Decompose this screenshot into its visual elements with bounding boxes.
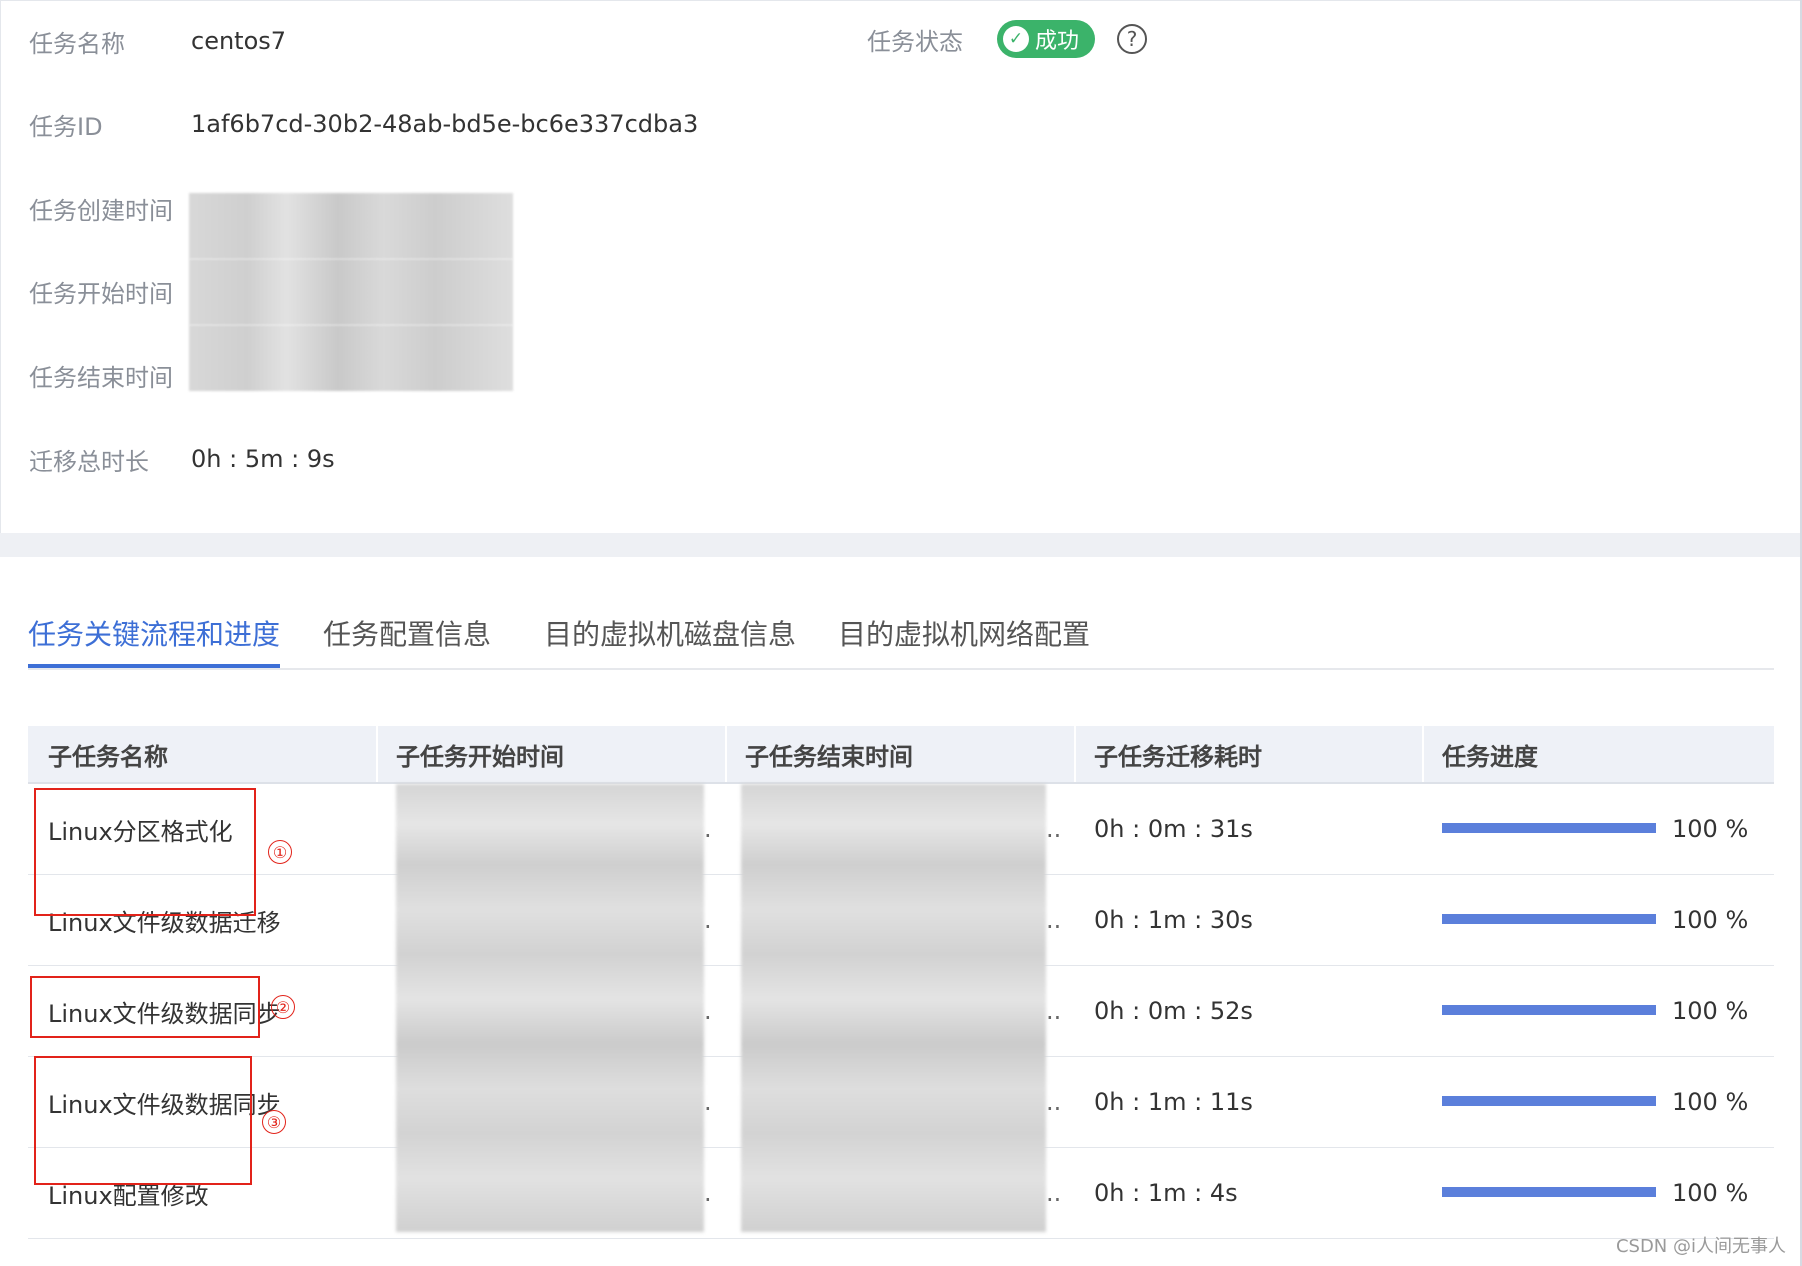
status-badge: ✓ 成功 [997,20,1096,58]
task-id-label: 任务ID [29,112,103,141]
tab-key-process[interactable]: 任务关键流程和进度 [28,600,281,668]
task-detail-page: 任务名称 centos7 任务状态 ✓ 成功 ? 任务ID 1af6b7cd-3… [0,0,1802,1266]
redacted-start-time [189,259,513,325]
tab-network-config[interactable]: 目的虚拟机网络配置 [838,600,1090,666]
col-end-time: 子任务结束时间 [745,742,913,771]
progress-fill [1442,1005,1656,1015]
start-time-ellipsis: . [704,1179,712,1207]
subtask-duration: 0h : 1m : 11s [1094,1088,1253,1116]
end-time-ellipsis: .. [1046,906,1062,934]
task-start-label: 任务开始时间 [29,279,173,308]
progress-bar [1442,914,1656,924]
task-end-row: 任务结束时间 [29,355,191,395]
progress-text: 100 % [1672,1179,1749,1207]
watermark: CSDN @i人间无事人 [1615,1236,1786,1257]
redacted-created-time [189,193,513,259]
table-body: Linux分区格式化 . .. 0h : 0m : 31s 100 % Linu… [28,784,1774,1239]
tab-disk-info[interactable]: 目的虚拟机磁盘信息 [544,600,796,666]
task-end-label: 任务结束时间 [29,363,173,392]
check-icon: ✓ [1003,26,1029,52]
start-time-ellipsis: . [704,997,712,1025]
subtask-duration: 0h : 0m : 31s [1094,815,1253,843]
duration-value: 0h : 5m : 9s [191,445,335,473]
progress-bar [1442,823,1656,833]
help-icon[interactable]: ? [1117,24,1148,54]
progress-fill [1442,1096,1656,1106]
detail-tabs: 任务关键流程和进度 任务配置信息 目的虚拟机磁盘信息 目的虚拟机网络配置 [28,600,1774,670]
progress-text: 100 % [1672,906,1749,934]
task-name-row: 任务名称 centos7 [29,21,286,61]
redacted-end-times [741,784,1046,1232]
annotation-marker-1: ① [268,840,292,864]
start-time-ellipsis: . [704,815,712,843]
col-progress: 任务进度 [1442,742,1538,771]
annotation-marker-3: ③ [262,1110,286,1134]
table-header: 子任务名称 子任务开始时间 子任务结束时间 子任务迁移耗时 任务进度 [28,726,1774,784]
annotation-box-2 [30,976,260,1038]
progress-text: 100 % [1672,815,1749,843]
progress-text: 100 % [1672,997,1749,1025]
end-time-ellipsis: .. [1046,815,1062,843]
task-start-row: 任务开始时间 [29,271,191,311]
end-time-ellipsis: .. [1046,1179,1062,1207]
task-created-label: 任务创建时间 [29,196,173,225]
progress-fill [1442,1187,1656,1197]
duration-label: 迁移总时长 [29,447,149,476]
start-time-ellipsis: . [704,906,712,934]
col-duration: 子任务迁移耗时 [1094,742,1262,771]
annotation-box-3 [34,1056,252,1185]
subtask-duration: 0h : 1m : 4s [1094,1179,1238,1207]
task-created-row: 任务创建时间 [29,188,191,228]
end-time-ellipsis: .. [1046,1088,1062,1116]
progress-bar [1442,1005,1656,1015]
task-id-value: 1af6b7cd-30b2-48ab-bd5e-bc6e337cdba3 [191,110,699,138]
tab-config-info[interactable]: 任务配置信息 [323,600,491,666]
progress-bar [1442,1096,1656,1106]
redacted-start-times [396,784,704,1232]
duration-row: 迁移总时长 0h : 5m : 9s [29,439,335,479]
task-status-label: 任务状态 [867,27,963,56]
end-time-ellipsis: .. [1046,997,1062,1025]
progress-text: 100 % [1672,1088,1749,1116]
section-divider [0,533,1800,557]
annotation-marker-2: ② [271,995,295,1019]
col-subtask-name: 子任务名称 [48,742,168,771]
task-status-row: 任务状态 ✓ 成功 ? [867,19,1148,59]
task-name-value: centos7 [191,27,287,55]
progress-fill [1442,823,1656,833]
col-start-time: 子任务开始时间 [396,742,564,771]
subtask-duration: 0h : 0m : 52s [1094,997,1253,1025]
task-info-panel: 任务名称 centos7 任务状态 ✓ 成功 ? 任务ID 1af6b7cd-3… [0,0,1800,533]
progress-fill [1442,914,1656,924]
task-id-row: 任务ID 1af6b7cd-30b2-48ab-bd5e-bc6e337cdba… [29,104,698,144]
progress-bar [1442,1187,1656,1197]
subtask-duration: 0h : 1m : 30s [1094,906,1253,934]
annotation-box-1 [34,788,256,916]
task-name-label: 任务名称 [29,29,125,58]
redacted-end-time [189,325,513,391]
subtask-table: 子任务名称 子任务开始时间 子任务结束时间 子任务迁移耗时 任务进度 Linux… [28,726,1774,1239]
status-badge-text: 成功 [1035,29,1080,54]
start-time-ellipsis: . [704,1088,712,1116]
